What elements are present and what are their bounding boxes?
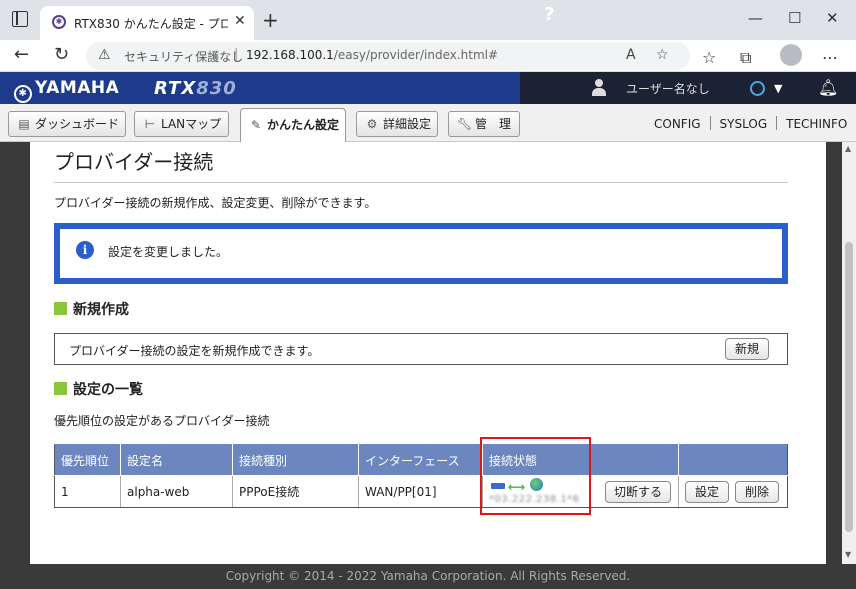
techinfo-link[interactable]: TECHINFO (786, 117, 847, 131)
new-tab-button[interactable]: + (262, 8, 279, 32)
refresh-icon[interactable]: ↻ (54, 44, 69, 65)
new-section-text: プロバイダー接続の設定を新規作成できます。 (69, 344, 320, 358)
table-header-row: 優先順位 設定名 接続種別 インターフェース 接続状態 (54, 444, 788, 476)
cell-type: PPPoE接続 (232, 475, 359, 508)
tab-management-label: 管 理 (475, 117, 512, 131)
brand-name: YAMAHA (35, 78, 120, 98)
info-message: 設定を変更しました。 (108, 245, 229, 259)
new-section-heading: 新規作成 (54, 299, 129, 319)
address-bar-row: ← ↻ ⚠ セキュリティ保護なし | 192.168.100.1/easy/pr… (0, 40, 856, 72)
tab-easy-setup[interactable]: ✎ かんたん設定 (240, 108, 346, 143)
new-section-title: 新規作成 (73, 302, 129, 318)
close-window-icon[interactable]: ✕ (826, 9, 839, 27)
warning-icon[interactable]: ⚠ (98, 47, 111, 63)
syslog-link[interactable]: SYSLOG (720, 117, 768, 131)
content-area: プロバイダー接続 プロバイダー接続の新規作成、設定変更、削除ができます。 i 設… (0, 142, 856, 564)
vertical-scrollbar[interactable]: ▲ ▼ (842, 142, 856, 564)
section-marker (54, 302, 67, 315)
info-icon: i (76, 241, 94, 259)
gear-icon: ⚙ (366, 117, 378, 131)
settings-button[interactable]: 設定 (685, 481, 729, 503)
bell-icon[interactable]: 🔔︎ (818, 78, 838, 97)
scroll-down-icon[interactable]: ▼ (845, 550, 851, 559)
user-icon (592, 79, 606, 97)
back-icon[interactable]: ← (14, 44, 29, 65)
tab-management[interactable]: 🔧︎ 管 理 (448, 111, 520, 137)
lan-map-icon: ⊢ (144, 117, 156, 131)
page-description: プロバイダー接続の新規作成、設定変更、削除ができます。 (54, 196, 377, 210)
cell-name: alpha-web (120, 475, 233, 508)
col-actions (678, 444, 788, 476)
status-ring-icon[interactable] (750, 81, 765, 96)
tab-advanced[interactable]: ⚙ 詳細設定 (356, 111, 438, 137)
collections-icon[interactable]: ⧉ (740, 48, 751, 68)
yamaha-logo: ✱ YAMAHA (14, 78, 119, 103)
url-text[interactable]: 192.168.100.1/easy/provider/index.html# (246, 48, 498, 62)
tab-close-icon[interactable]: ✕ (234, 13, 246, 29)
tab-lan-map[interactable]: ⊢ LANマップ (134, 111, 229, 137)
col-priority: 優先順位 (54, 444, 121, 476)
yamaha-mark-icon: ✱ (14, 85, 32, 103)
browser-titlebar: ✱ RTX830 かんたん設定 - プロバイダー接続 ✕ + — ☐ ✕ (0, 0, 856, 40)
list-description: 優先順位の設定があるプロバイダー接続 (54, 414, 270, 428)
url-separator: | (234, 47, 239, 62)
tab-dashboard[interactable]: ▤ ダッシュボード (8, 111, 126, 137)
security-label[interactable]: セキュリティ保護なし (124, 48, 243, 65)
table-row: 1 alpha-web PPPoE接続 WAN/PP[01] ⟷ *03.222… (54, 475, 788, 508)
tab-lan-map-label: LANマップ (161, 117, 222, 131)
model-suffix: 830 (196, 78, 237, 99)
wrench-icon: 🔧︎ (457, 117, 473, 131)
section-marker (54, 382, 67, 395)
provider-table: 優先順位 設定名 接続種別 インターフェース 接続状態 1 alpha-web … (54, 444, 788, 508)
new-button[interactable]: 新規 (725, 338, 769, 360)
tab-advanced-label: 詳細設定 (383, 117, 432, 131)
main-nav: ▤ ダッシュボード ⊢ LANマップ ✎ かんたん設定 ⚙ 詳細設定 🔧︎ 管 理 CON… (0, 104, 856, 143)
new-section-box: プロバイダー接続の設定を新規作成できます。 新規 (54, 333, 788, 365)
config-link[interactable]: CONFIG (654, 117, 701, 131)
read-aloud-icon[interactable]: A (626, 47, 636, 63)
url-host: 192.168.100.1 (246, 48, 334, 62)
disconnect-button[interactable]: 切断する (605, 481, 671, 503)
col-interface: インターフェース (358, 444, 483, 476)
help-icon[interactable]: ? (544, 4, 554, 25)
profile-avatar[interactable] (780, 44, 802, 66)
dashboard-icon: ▤ (18, 117, 30, 131)
url-path: /easy/provider/index.html# (333, 48, 499, 62)
footer-copyright: Copyright © 2014 - 2022 Yamaha Corporati… (0, 564, 856, 589)
col-type: 接続種別 (232, 444, 359, 476)
wizard-icon: ✎ (250, 118, 262, 132)
user-name[interactable]: ユーザー名なし (626, 80, 710, 97)
favorite-add-icon[interactable]: ☆ (656, 47, 669, 63)
utility-links: CONFIG SYSLOG TECHINFO (654, 116, 847, 131)
chevron-down-icon[interactable]: ▼ (774, 82, 782, 95)
url-bar[interactable]: ⚠ セキュリティ保護なし | 192.168.100.1/easy/provid… (86, 42, 690, 70)
page-title: プロバイダー接続 (54, 150, 214, 174)
main-panel: プロバイダー接続 プロバイダー接続の新規作成、設定変更、削除ができます。 i 設… (30, 142, 826, 564)
favorites-icon[interactable]: ☆ (702, 48, 716, 67)
title-divider (54, 182, 788, 183)
scroll-thumb[interactable] (845, 242, 853, 532)
annotation-highlight (480, 437, 591, 515)
list-section-heading: 設定の一覧 (54, 379, 143, 399)
model-name: RTX830 (154, 78, 237, 99)
maximize-icon[interactable]: ☐ (788, 9, 801, 27)
tab-actions-icon[interactable] (12, 11, 28, 27)
tab-title: RTX830 かんたん設定 - プロバイダー接続 (74, 17, 228, 31)
more-menu-icon[interactable]: ⋯ (822, 48, 838, 67)
app-header: ✱ YAMAHA RTX830 (0, 72, 856, 104)
scroll-up-icon[interactable]: ▲ (845, 144, 851, 153)
delete-button[interactable]: 削除 (735, 481, 779, 503)
favicon-icon: ✱ (52, 15, 66, 29)
cell-priority: 1 (54, 475, 121, 508)
list-section-title: 設定の一覧 (73, 382, 143, 398)
cell-actions: 設定 削除 (678, 475, 788, 508)
browser-tab[interactable]: ✱ RTX830 かんたん設定 - プロバイダー接続 ✕ (40, 6, 254, 40)
minimize-icon[interactable]: — (748, 9, 763, 27)
col-name: 設定名 (120, 444, 233, 476)
info-message-box: i 設定を変更しました。 (54, 223, 788, 284)
model-prefix: RTX (154, 78, 197, 99)
tab-dashboard-label: ダッシュボード (35, 117, 120, 131)
tab-easy-setup-label: かんたん設定 (267, 118, 340, 132)
cell-interface: WAN/PP[01] (358, 475, 483, 508)
